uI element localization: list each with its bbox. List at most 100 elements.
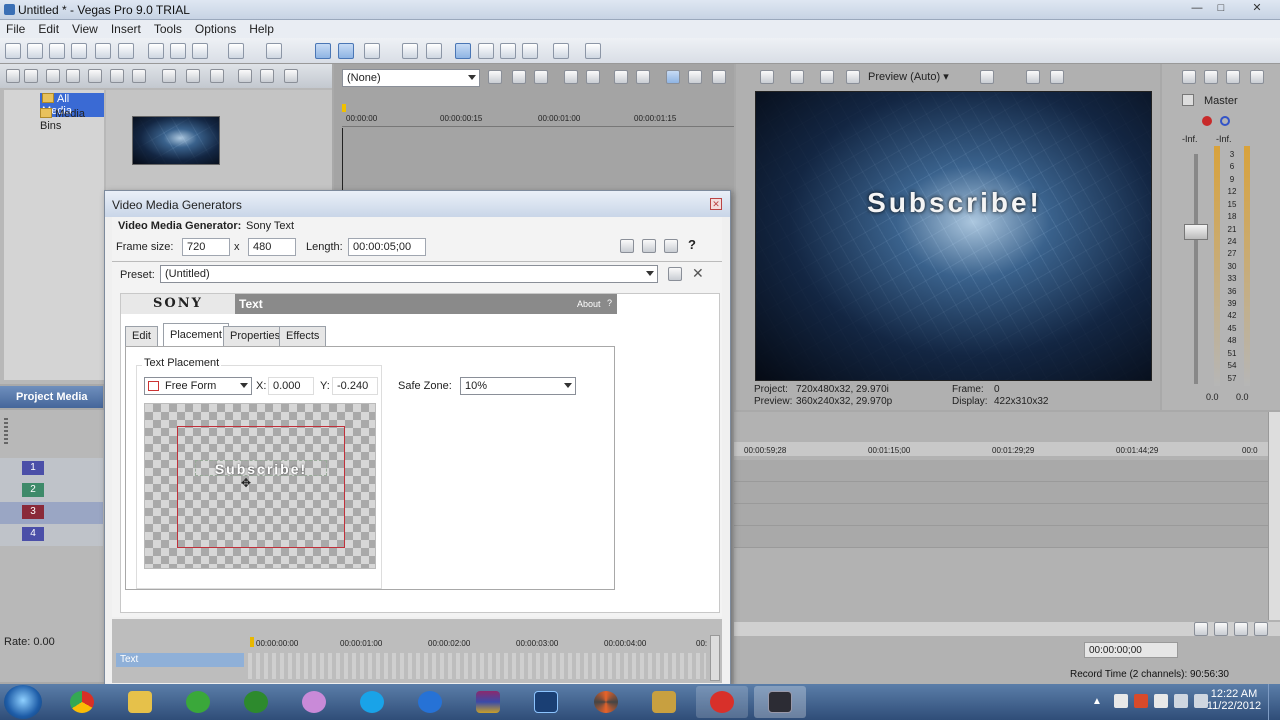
safe-zone-combo[interactable]: 10% [460, 377, 576, 395]
add-to-timeline-icon[interactable] [586, 70, 600, 84]
track-header-3[interactable]: 3 [0, 502, 103, 524]
snapping-icon[interactable] [426, 43, 442, 59]
taskbar-utorrent[interactable] [230, 686, 282, 718]
placement-canvas[interactable]: Subscribe! ✥ [144, 403, 376, 569]
menu-help[interactable]: Help [243, 20, 281, 36]
properties-icon[interactable] [118, 43, 134, 59]
views-icon[interactable] [210, 69, 224, 83]
fx-icon[interactable] [820, 70, 834, 84]
save-as-icon[interactable] [71, 43, 87, 59]
track-header-2[interactable]: 2 [0, 480, 103, 502]
ignore-grouping-icon[interactable] [522, 43, 538, 59]
save-preset-icon[interactable] [668, 267, 682, 281]
dim-icon[interactable] [1226, 70, 1240, 84]
properties-icon[interactable] [760, 70, 774, 84]
envelope-tool-icon[interactable] [338, 43, 354, 59]
copy-icon[interactable] [170, 43, 186, 59]
clock[interactable]: 12:22 AM 11/22/2012 [1206, 688, 1262, 712]
zoom-out-icon[interactable] [1234, 622, 1248, 636]
master-check[interactable] [1182, 94, 1194, 106]
bypass-icon[interactable] [1220, 116, 1230, 126]
about-help-icon[interactable]: ? [607, 298, 612, 308]
undo-icon[interactable] [228, 43, 244, 59]
mixer-icon[interactable] [1182, 70, 1196, 84]
new-icon[interactable] [5, 43, 21, 59]
dialog-timeline-scrollbar[interactable] [710, 635, 720, 681]
import-icon[interactable] [46, 69, 60, 83]
pointer-icon[interactable] [553, 43, 569, 59]
globe-icon[interactable] [110, 69, 124, 83]
insert-bus-icon[interactable] [1250, 70, 1264, 84]
x-position-field[interactable]: 0.000 [268, 377, 314, 395]
taskbar-messenger[interactable] [288, 686, 340, 718]
capture-icon[interactable] [66, 69, 80, 83]
dialog-track-label[interactable]: Text [116, 653, 244, 667]
menu-insert[interactable]: Insert [105, 20, 148, 36]
auto-preview-icon[interactable] [284, 69, 298, 83]
tray-icon[interactable] [1134, 694, 1148, 708]
dialog-close-icon[interactable]: ✕ [710, 198, 722, 210]
zoom-tool-icon[interactable] [402, 43, 418, 59]
stop-icon[interactable] [260, 69, 274, 83]
fx-icon[interactable] [512, 70, 526, 84]
add-icon[interactable] [24, 69, 38, 83]
track-header-4[interactable]: 4 [0, 524, 103, 546]
audio-view-icon[interactable] [688, 70, 702, 84]
canvas-text-box[interactable]: Subscribe! [195, 460, 327, 477]
taskbar-vegas[interactable] [754, 686, 806, 718]
show-hidden-icons-icon[interactable]: ▲ [1092, 696, 1102, 707]
auto-ripple-icon[interactable] [478, 43, 494, 59]
menu-tools[interactable]: Tools [148, 20, 189, 36]
tab-edit[interactable]: Edit [125, 326, 158, 346]
cut-icon[interactable] [148, 43, 164, 59]
overwrite-icon[interactable] [636, 70, 650, 84]
drag-handle-icon[interactable] [4, 418, 8, 446]
taskbar-winrar[interactable] [462, 686, 514, 718]
redo-icon[interactable] [266, 43, 282, 59]
zoom-in-icon[interactable] [1214, 622, 1228, 636]
about-link[interactable]: About [577, 299, 601, 309]
taskbar-lime[interactable] [172, 686, 224, 718]
maximize-button[interactable]: □ [1210, 1, 1232, 15]
whats-this-icon[interactable] [585, 43, 601, 59]
save-icon[interactable] [49, 43, 65, 59]
tray-icon[interactable] [1154, 694, 1168, 708]
tab-project-media[interactable]: Project Media [0, 386, 103, 408]
preview-quality-combo[interactable]: Preview (Auto) ▾ [868, 70, 949, 83]
render-icon[interactable] [95, 43, 111, 59]
menu-file[interactable]: File [0, 20, 32, 36]
dialog-track-lane[interactable] [248, 653, 706, 679]
save-snapshot-icon[interactable] [1050, 70, 1064, 84]
delete-icon[interactable] [162, 69, 176, 83]
length-field[interactable]: 00:00:05;00 [348, 238, 426, 256]
keyframe-cursor[interactable] [250, 637, 254, 647]
normal-edit-tool-icon[interactable] [315, 43, 331, 59]
film-icon[interactable] [620, 239, 634, 253]
external-monitor-icon[interactable] [790, 70, 804, 84]
taskbar-photoshop[interactable] [520, 686, 572, 718]
show-desktop-button[interactable] [1268, 684, 1280, 720]
downmix-icon[interactable] [1204, 70, 1218, 84]
vertical-scrollbar[interactable] [1268, 412, 1280, 620]
save-preset-icon[interactable] [488, 70, 502, 84]
frame-height-field[interactable]: 480 [248, 238, 296, 256]
delete-preset-icon[interactable]: ✕ [692, 265, 704, 282]
help-icon[interactable]: ? [688, 237, 696, 252]
video-view-icon[interactable] [666, 70, 680, 84]
tab-effects[interactable]: Effects [279, 326, 327, 346]
zoom-icon[interactable] [1254, 622, 1268, 636]
taskbar-flash[interactable] [404, 686, 456, 718]
timeline-scrollbar[interactable] [734, 622, 1280, 636]
timeline-tracks[interactable] [734, 460, 1268, 548]
record-arm-icon[interactable] [1202, 116, 1212, 126]
export-icon[interactable] [642, 239, 656, 253]
keyframe-icon[interactable] [664, 239, 678, 253]
copy-snapshot-icon[interactable] [1026, 70, 1040, 84]
minimize-button[interactable]: — [1186, 1, 1208, 15]
preset-combo[interactable]: (Untitled) [160, 265, 658, 283]
properties-icon[interactable] [186, 69, 200, 83]
tab-properties[interactable]: Properties [223, 326, 288, 346]
tray-icon[interactable] [1114, 694, 1128, 708]
placement-mode-combo[interactable]: Free Form [144, 377, 252, 395]
trimmer-preset-combo[interactable]: (None) [342, 69, 480, 87]
